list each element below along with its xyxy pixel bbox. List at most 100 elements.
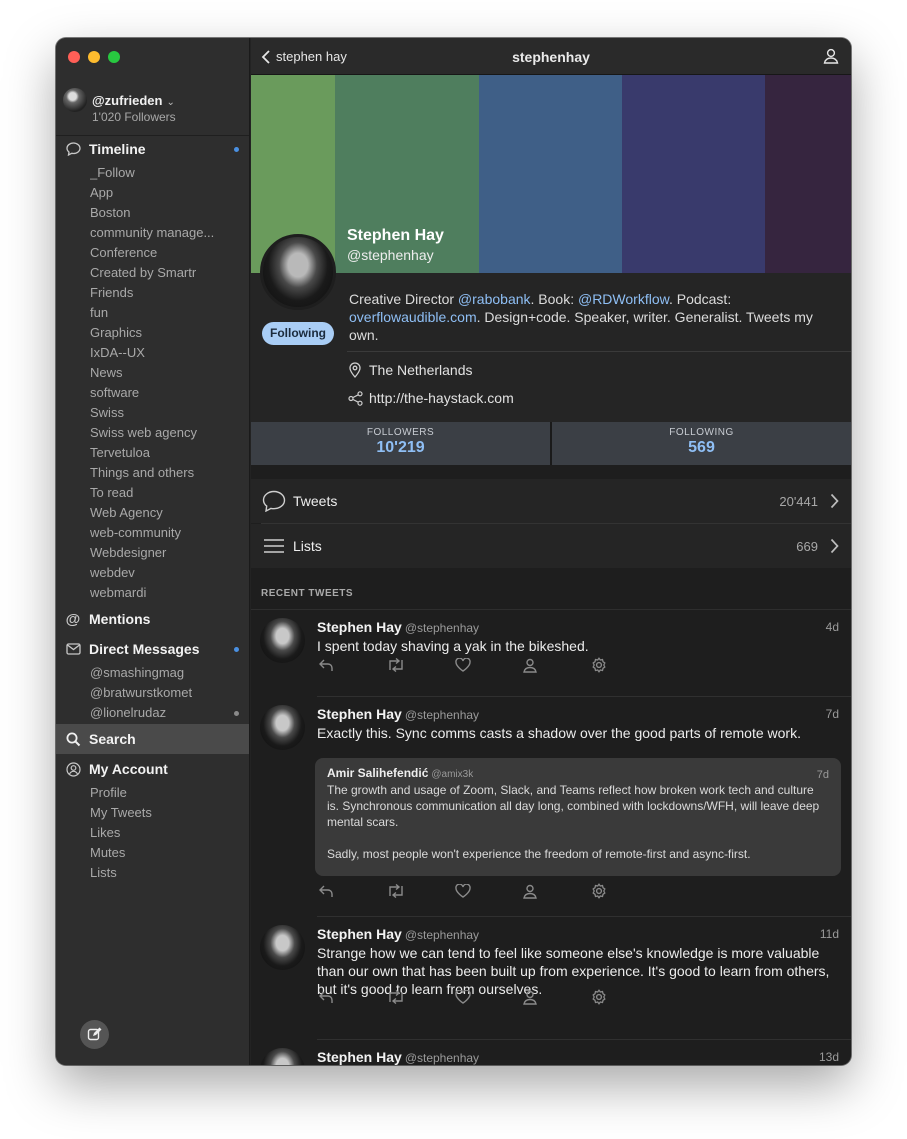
tweet-avatar[interactable]: [260, 705, 305, 750]
dm-item[interactable]: @smashingmag: [90, 665, 224, 680]
tweet-author[interactable]: Stephen Hay @stephenhay: [317, 926, 479, 942]
nav-mentions[interactable]: @ Mentions: [56, 605, 249, 633]
timeline-list-item[interactable]: App: [90, 185, 224, 200]
timeline-list-item[interactable]: Swiss: [90, 405, 224, 420]
retweet-icon[interactable]: [387, 989, 455, 1005]
compose-button[interactable]: [80, 1020, 109, 1049]
profile-name: Stephen Hay: [347, 227, 444, 244]
timeline-list-item[interactable]: Webdesigner: [90, 545, 224, 560]
following-stat[interactable]: FOLLOWING 569: [552, 422, 851, 465]
maximize-window-button[interactable]: [108, 51, 120, 63]
lists-row[interactable]: Lists 669: [251, 524, 851, 568]
tweets-count: 20'441: [779, 493, 818, 509]
profile-pane: stephen hay stephenhay Following Stephen…: [251, 38, 851, 1065]
close-window-button[interactable]: [68, 51, 80, 63]
timeline-list-item[interactable]: Created by Smartr: [90, 265, 224, 280]
timeline-list-item[interactable]: Web Agency: [90, 505, 224, 520]
account-item-profile[interactable]: Profile: [90, 785, 224, 800]
heart-icon[interactable]: [455, 883, 523, 899]
title-bar: stephen hay stephenhay: [251, 38, 851, 75]
profile-website[interactable]: http://the-haystack.com: [347, 390, 514, 406]
timeline-list-item[interactable]: community manage...: [90, 225, 224, 240]
account-item-lists[interactable]: Lists: [90, 865, 224, 880]
timeline-list-item[interactable]: Things and others: [90, 465, 224, 480]
timeline-list-item[interactable]: fun: [90, 305, 224, 320]
unread-dot: [234, 647, 239, 652]
timeline-list-item[interactable]: To read: [90, 485, 224, 500]
tweet-text: Exactly this. Sync comms casts a shadow …: [317, 725, 801, 741]
tweet-time: 13d: [818, 1050, 839, 1064]
tweet-author-handle: @stephenhay: [404, 1051, 480, 1065]
timeline-list-item[interactable]: webmardi: [90, 585, 224, 600]
timeline-list-item[interactable]: Conference: [90, 245, 224, 260]
dm-item[interactable]: @lionelrudaz: [90, 705, 224, 720]
unread-dot: [234, 147, 239, 152]
bio-link-rabobank[interactable]: @rabobank: [458, 291, 531, 307]
bio-link-rdworkflow[interactable]: @RDWorkflow: [578, 291, 669, 307]
timeline-list-item[interactable]: News: [90, 365, 224, 380]
retweet-icon[interactable]: [387, 883, 455, 899]
timeline-list-item[interactable]: _Follow: [90, 165, 224, 180]
minimize-window-button[interactable]: [88, 51, 100, 63]
account-followers: 1'020 Followers: [92, 110, 176, 124]
account-item-my-tweets[interactable]: My Tweets: [90, 805, 224, 820]
nav-search[interactable]: Search: [56, 724, 249, 754]
location-text: The Netherlands: [369, 362, 473, 378]
reply-icon[interactable]: [319, 989, 387, 1005]
timeline-list-item[interactable]: Friends: [90, 285, 224, 300]
quoted-author-name: Amir Salihefendić: [327, 766, 429, 780]
retweet-icon[interactable]: [387, 657, 455, 673]
nav-dm-label: Direct Messages: [89, 641, 200, 657]
reply-icon[interactable]: [319, 883, 387, 899]
tweet[interactable]: Stephen Hay @stephenhay 13d: [251, 1040, 851, 1065]
profile-avatar[interactable]: [260, 234, 336, 310]
nav-timeline[interactable]: Timeline: [56, 135, 249, 163]
tweets-row[interactable]: Tweets 20'441: [251, 479, 851, 523]
tweet[interactable]: Stephen Hay @stephenhay 7d Exactly this. Sy…: [251, 697, 851, 917]
timeline-list-item[interactable]: software: [90, 385, 224, 400]
tweet[interactable]: Stephen Hay @stephenhay 11d Strange how we …: [251, 917, 851, 1040]
heart-icon[interactable]: [455, 989, 523, 1005]
user-icon[interactable]: [523, 657, 591, 673]
website-link[interactable]: http://the-haystack.com: [369, 390, 514, 406]
gear-icon[interactable]: [591, 883, 659, 899]
bio-link-podcast[interactable]: overflowaudible.com: [349, 309, 477, 325]
timeline-list-item[interactable]: Tervetuloa: [90, 445, 224, 460]
account-item-likes[interactable]: Likes: [90, 825, 224, 840]
bio-text: Creative Director: [349, 291, 458, 307]
tweet-avatar[interactable]: [260, 618, 305, 663]
timeline-list-item[interactable]: webdev: [90, 565, 224, 580]
tweet-author[interactable]: Stephen Hay @stephenhay: [317, 619, 479, 635]
tweet-avatar[interactable]: [260, 925, 305, 970]
following-button[interactable]: Following: [262, 322, 334, 345]
dm-item[interactable]: @bratwurstkomet: [90, 685, 224, 700]
nav-search-label: Search: [89, 731, 136, 747]
nav-direct-messages[interactable]: Direct Messages: [56, 635, 249, 663]
tweet-author[interactable]: Stephen Hay @stephenhay: [317, 706, 479, 722]
user-icon[interactable]: [523, 989, 591, 1005]
account-item-mutes[interactable]: Mutes: [90, 845, 224, 860]
timeline-list-item[interactable]: web-community: [90, 525, 224, 540]
tweet[interactable]: Stephen Hay @stephenhay 4d I spent today sh…: [251, 610, 851, 697]
nav-my-account[interactable]: My Account: [56, 755, 249, 783]
timeline-list-item[interactable]: Boston: [90, 205, 224, 220]
quoted-tweet[interactable]: Amir Salihefendić @amix3k 7d The growth and…: [315, 758, 841, 876]
user-icon[interactable]: [523, 883, 591, 899]
gear-icon[interactable]: [591, 657, 659, 673]
account-switcher[interactable]: @zufrieden ⌄ 1'020 Followers: [63, 88, 241, 128]
lists-row-label: Lists: [293, 538, 322, 554]
user-icon[interactable]: [823, 48, 839, 69]
quoted-text: Sadly, most people won't experience the …: [327, 847, 751, 861]
speech-bubble-icon: [65, 141, 81, 157]
timeline-list-item[interactable]: Graphics: [90, 325, 224, 340]
timeline-list-item[interactable]: IxDA--UX: [90, 345, 224, 360]
timeline-list-item[interactable]: Swiss web agency: [90, 425, 224, 440]
heart-icon[interactable]: [455, 657, 523, 673]
gear-icon[interactable]: [591, 989, 659, 1005]
tweet-avatar[interactable]: [260, 1048, 305, 1065]
page-title: stephenhay: [512, 49, 590, 65]
followers-stat[interactable]: FOLLOWERS 10'219: [251, 422, 550, 465]
share-icon: [347, 390, 363, 406]
reply-icon[interactable]: [319, 657, 387, 673]
tweet-author[interactable]: Stephen Hay @stephenhay: [317, 1049, 479, 1065]
